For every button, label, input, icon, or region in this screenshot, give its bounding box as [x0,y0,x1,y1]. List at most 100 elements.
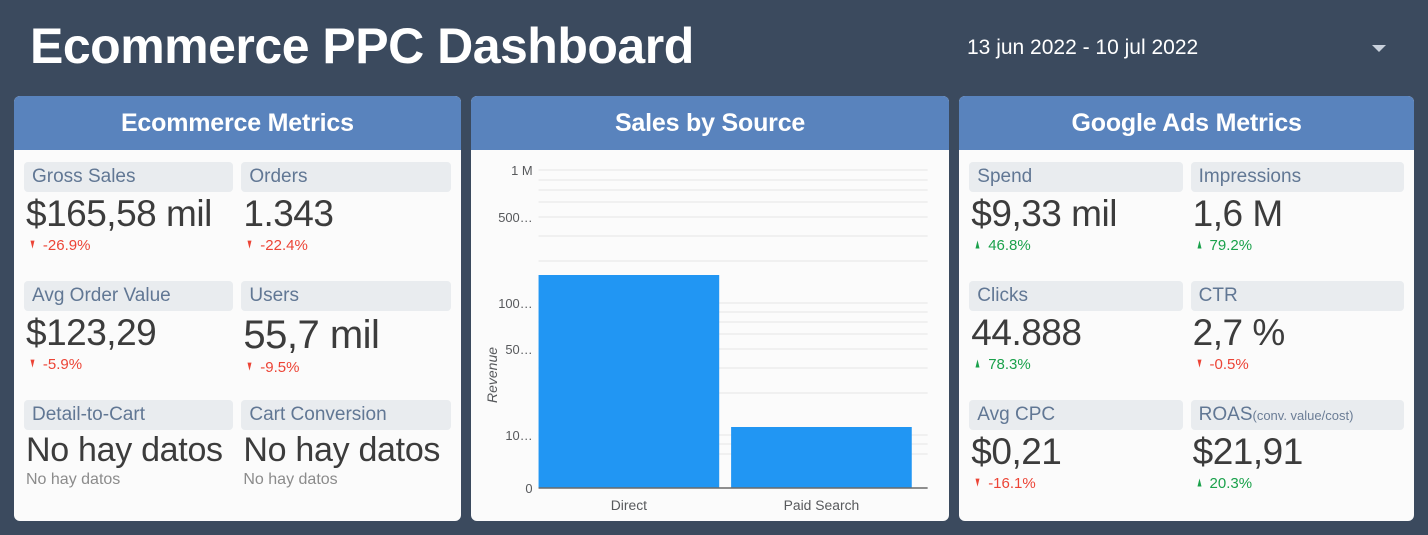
scorecard-value: 44.888 [971,312,1082,353]
y-tick-label: 100… [498,296,532,311]
scorecard-label: Clicks [969,281,1183,311]
scorecard-label: CTR [1190,281,1404,311]
scorecard-delta-value: -5.9% [42,355,83,373]
scorecard-value: 1,6 M [1192,193,1284,234]
scorecard-spend[interactable]: Spend $9,33 mil ▲ 46.8% [969,158,1183,277]
scorecard-delta: ▼ -9.5% [241,359,450,376]
scorecard-avg-cpc[interactable]: Avg CPC $0,21 ▼ -16.1% [969,396,1183,515]
scorecard-label: Orders [241,162,451,192]
scorecard-detail-to-cart[interactable]: Detail-to-Cart No hay datos No hay datos [24,396,234,515]
bar-direct[interactable] [538,275,719,488]
scorecard-label-main: ROAS [1198,404,1253,425]
y-tick-label: 0 [525,481,532,496]
scorecard-value: $123,29 [26,312,157,353]
page-title: Ecommerce PPC Dashboard [30,18,694,74]
scorecard-delta-value: No hay datos [243,471,338,489]
scorecard-delta: ▼ -5.9% [24,356,233,373]
y-axis-title: Revenue [484,347,500,403]
scorecard-delta-value: -22.4% [260,236,308,254]
scorecard-delta-value: -9.5% [260,359,300,376]
scorecard-delta: ▲ 78.3% [969,356,1182,373]
scorecard-delta: ▼ -26.9% [24,237,233,254]
scorecard-label: Gross Sales [24,162,234,192]
scorecard-value: $0,21 [971,431,1062,472]
scorecard-label: Cart Conversion [241,400,451,430]
scorecard-delta-value: -16.1% [988,474,1036,492]
bar-chart-svg: 1 M 500… 100… 50… 10… 0 Direct Paid Sear… [484,163,928,513]
y-tick-label: 500… [498,210,532,225]
scorecard-delta-value: No hay datos [26,471,121,489]
scorecard-orders[interactable]: Orders 1.343 ▼ -22.4% [241,158,451,277]
scorecard-roas[interactable]: ROAS(conv. value/cost) $21,91 ▲ 20.3% [1190,396,1404,515]
scorecard-label: Avg CPC [969,400,1183,430]
arrow-up-icon: ▲ [1195,236,1203,252]
arrow-down-icon: ▼ [29,236,36,252]
scorecard-value: $9,33 mil [971,193,1117,234]
scorecard-clicks[interactable]: Clicks 44.888 ▲ 78.3% [969,277,1183,396]
scorecard-delta: ▼ -22.4% [241,237,450,254]
scorecard-users[interactable]: Users 55,7 mil ▼ -9.5% [241,277,451,396]
scorecard-label-sub: (conv. value/cost) [1252,408,1354,423]
scorecard-value: 2,7 % [1192,312,1286,353]
scorecard-delta: ▲ 20.3% [1191,475,1404,492]
scorecard-value: 55,7 mil [243,313,380,357]
scorecard-delta-value: 78.3% [988,355,1031,373]
scorecard-label: Impressions [1190,162,1404,192]
scorecard-delta-value: -0.5% [1209,355,1249,373]
x-tick-label: Direct [611,497,647,513]
scorecard-delta-value: 20.3% [1209,474,1253,492]
scorecard-value: $165,58 mil [26,193,212,234]
scorecard-avg-order-value[interactable]: Avg Order Value $123,29 ▼ -5.9% [24,277,234,396]
scorecard-delta: No hay datos [24,471,233,489]
chevron-down-icon[interactable] [1372,44,1386,52]
y-tick-label: 1 M [511,163,532,178]
scorecard-label: Avg Order Value [24,281,234,311]
scorecard-label: Spend [969,162,1183,192]
scorecard-delta: ▼ -16.1% [969,475,1182,492]
panel-title-google-ads: Google Ads Metrics [959,96,1414,150]
scorecard-label: Detail-to-Cart [24,400,234,430]
scorecard-label: ROAS(conv. value/cost) [1190,400,1404,430]
scorecard-gross-sales[interactable]: Gross Sales $165,58 mil ▼ -26.9% [24,158,234,277]
scorecard-delta: ▲ 79.2% [1191,237,1404,254]
chart-bars[interactable] [538,275,912,488]
arrow-up-icon: ▲ [1195,474,1203,490]
arrow-up-icon: ▲ [974,355,982,371]
scorecard-delta-value: 79.2% [1209,236,1253,254]
scorecard-value: $21,91 [1192,431,1304,472]
chart-y-ticks: 1 M 500… 100… 50… 10… 0 [498,163,532,496]
scorecard-value: No hay datos [26,431,223,469]
bar-chart[interactable]: 1 M 500… 100… 50… 10… 0 Direct Paid Sear… [471,150,950,521]
date-range-control[interactable]: 13 jun 2022 - 10 jul 2022 [955,36,1410,60]
scorecard-delta-value: 46.8% [988,236,1031,254]
y-tick-label: 50… [505,342,532,357]
panel-sales-by-source: Sales by Source 1 M 500… 100… 50… 10… 0 … [470,96,950,521]
panel-ecommerce-metrics: Ecommerce Metrics Gross Sales $165,58 mi… [14,96,461,521]
scorecard-delta: No hay datos [241,471,450,489]
panel-title-sales-by-source: Sales by Source [470,96,950,150]
scorecard-ctr[interactable]: CTR 2,7 % ▼ -0.5% [1190,277,1404,396]
arrow-down-icon: ▼ [974,474,982,490]
scorecard-label: Users [241,281,451,311]
arrow-down-icon: ▼ [246,236,254,252]
arrow-down-icon: ▼ [1195,355,1203,371]
scorecard-delta: ▼ -0.5% [1191,356,1404,373]
scorecard-value: 1.343 [243,193,334,234]
bar-paid-search[interactable] [730,427,912,488]
arrow-down-icon: ▼ [246,359,254,375]
panels-row: Ecommerce Metrics Gross Sales $165,58 mi… [0,96,1428,521]
date-range-label: 13 jun 2022 - 10 jul 2022 [967,36,1199,59]
panel-title-ecommerce: Ecommerce Metrics [14,96,461,150]
scorecard-value: No hay datos [243,431,441,469]
arrow-down-icon: ▼ [29,355,36,371]
dashboard-header: Ecommerce PPC Dashboard 13 jun 2022 - 10… [0,0,1428,96]
panel-google-ads-metrics: Google Ads Metrics Spend $9,33 mil ▲ 46.… [959,96,1414,521]
arrow-up-icon: ▲ [974,236,982,252]
google-ads-cards-grid: Spend $9,33 mil ▲ 46.8% Impressions 1,6 … [959,150,1414,521]
ecommerce-cards-grid: Gross Sales $165,58 mil ▼ -26.9% Orders … [14,150,461,521]
scorecard-impressions[interactable]: Impressions 1,6 M ▲ 79.2% [1190,158,1404,277]
scorecard-cart-conversion[interactable]: Cart Conversion No hay datos No hay dato… [241,396,451,515]
x-tick-label: Paid Search [783,497,859,513]
y-tick-label: 10… [505,428,532,443]
chart-x-ticks: Direct Paid Search [611,497,860,513]
